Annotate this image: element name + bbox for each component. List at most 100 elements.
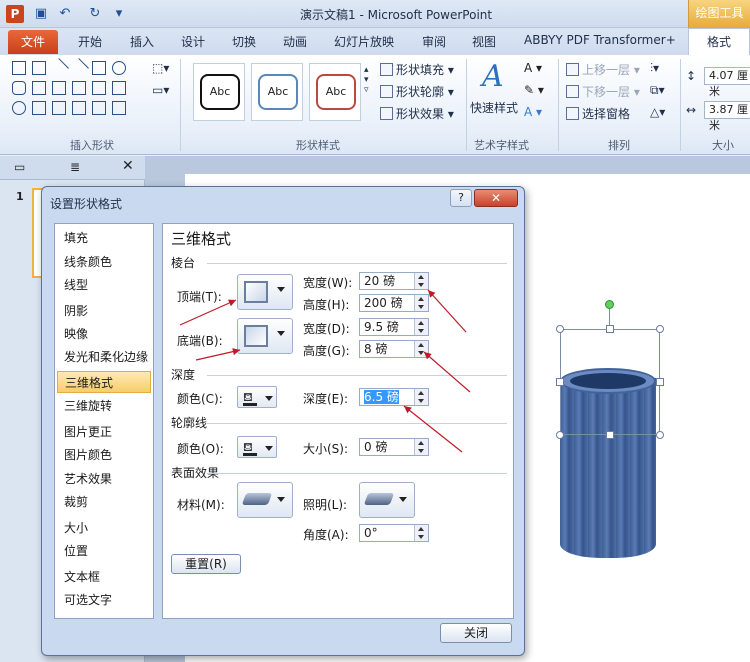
close-button[interactable]: 关闭 bbox=[440, 623, 512, 643]
nav-alt-text[interactable]: 可选文字 bbox=[57, 589, 151, 611]
selection-pane-button[interactable]: 选择窗格 bbox=[566, 105, 630, 122]
quick-styles-button[interactable]: 快速样式 bbox=[470, 99, 518, 116]
shape-style-1[interactable]: Abc bbox=[193, 63, 245, 121]
drawing-tools-tab[interactable]: 绘图工具 bbox=[688, 0, 750, 28]
spinner-icon[interactable] bbox=[414, 295, 428, 311]
tab-design[interactable]: 设计 bbox=[181, 33, 205, 50]
curve-shape-icon[interactable] bbox=[32, 101, 46, 115]
bottom-height-input[interactable]: 8 磅 bbox=[359, 340, 429, 358]
angle-input[interactable]: 0° bbox=[359, 524, 429, 542]
line-shape-icon[interactable] bbox=[49, 58, 69, 78]
send-backward-button[interactable]: 下移一层 ▾ bbox=[566, 83, 640, 100]
arc-shape-icon[interactable] bbox=[52, 101, 66, 115]
lighting-button[interactable] bbox=[359, 482, 415, 518]
nav-position[interactable]: 位置 bbox=[57, 540, 151, 562]
elbow-arrow-shape-icon[interactable] bbox=[72, 81, 86, 95]
freeform-shape-icon[interactable] bbox=[72, 101, 86, 115]
group-icon[interactable]: ⧉▾ bbox=[650, 83, 665, 98]
spinner-icon[interactable] bbox=[414, 525, 428, 541]
nav-reflection[interactable]: 映像 bbox=[57, 323, 151, 345]
top-bevel-button[interactable] bbox=[237, 274, 293, 310]
shape-outline-button[interactable]: 形状轮廓 ▾ bbox=[380, 83, 454, 100]
rounded-rect-shape-icon[interactable] bbox=[12, 81, 26, 95]
nav-3d-format[interactable]: 三维格式 bbox=[57, 371, 151, 393]
outline-tab-icon[interactable]: ≣ bbox=[70, 160, 80, 174]
shape-gallery[interactable] bbox=[12, 58, 142, 121]
oval-shape-icon[interactable] bbox=[112, 61, 126, 75]
right-brace-shape-icon[interactable] bbox=[112, 101, 126, 115]
bottom-width-input[interactable]: 9.5 磅 bbox=[359, 318, 429, 336]
spinner-icon[interactable] bbox=[414, 273, 428, 289]
customize-toolbar-icon[interactable]: ▾ bbox=[110, 5, 128, 23]
depth-input[interactable]: 6.5 磅 bbox=[359, 388, 429, 406]
tab-home[interactable]: 开始 bbox=[78, 33, 102, 50]
shape-style-2[interactable]: Abc bbox=[251, 63, 303, 121]
top-width-input[interactable]: 20 磅 bbox=[359, 272, 429, 290]
nav-fill[interactable]: 填充 bbox=[57, 227, 151, 249]
vertical-textbox-shape-icon[interactable] bbox=[32, 61, 46, 75]
tab-file[interactable]: 文件 bbox=[8, 30, 58, 54]
text-outline-icon[interactable]: ✎ ▾ bbox=[524, 83, 544, 97]
shape-height-input[interactable]: 4.07 厘米 bbox=[704, 67, 750, 98]
nav-size[interactable]: 大小 bbox=[57, 517, 151, 539]
material-button[interactable] bbox=[237, 482, 293, 518]
draw-textbox-icon[interactable]: ▭▾ bbox=[152, 83, 169, 97]
bottom-bevel-button[interactable] bbox=[237, 318, 293, 354]
rotate-icon[interactable]: △▾ bbox=[650, 105, 665, 119]
tab-review[interactable]: 审阅 bbox=[422, 33, 446, 50]
nav-shadow[interactable]: 阴影 bbox=[57, 300, 151, 322]
spinner-icon[interactable] bbox=[414, 319, 428, 335]
tab-format[interactable]: 格式 bbox=[688, 28, 750, 56]
shape-width-input[interactable]: 3.87 厘米 bbox=[704, 101, 750, 132]
left-brace-shape-icon[interactable] bbox=[92, 101, 106, 115]
tab-slideshow[interactable]: 幻灯片放映 bbox=[334, 33, 394, 50]
top-height-input[interactable]: 200 磅 bbox=[359, 294, 429, 312]
nav-artistic-effects[interactable]: 艺术效果 bbox=[57, 468, 151, 490]
resize-handle-r[interactable] bbox=[656, 378, 664, 386]
nav-line-style[interactable]: 线型 bbox=[57, 274, 151, 296]
tab-insert[interactable]: 插入 bbox=[130, 33, 154, 50]
slides-tab-icon[interactable]: ▭ bbox=[14, 160, 25, 174]
resize-handle-t[interactable] bbox=[606, 325, 614, 333]
quick-styles-icon[interactable]: A bbox=[482, 59, 504, 94]
nav-glow-soft-edges[interactable]: 发光和柔化边缘 bbox=[57, 346, 151, 368]
bring-forward-button[interactable]: 上移一层 ▾ bbox=[566, 61, 640, 78]
text-effects-icon[interactable]: A ▾ bbox=[524, 105, 542, 119]
shape-style-3[interactable]: Abc bbox=[309, 63, 361, 121]
contour-size-input[interactable]: 0 磅 bbox=[359, 438, 429, 456]
dialog-help-button[interactable]: ? bbox=[450, 189, 472, 207]
nav-line-color[interactable]: 线条颜色 bbox=[57, 251, 151, 273]
spinner-icon[interactable] bbox=[414, 389, 428, 405]
tab-transitions[interactable]: 切换 bbox=[232, 33, 256, 50]
triangle-shape-icon[interactable] bbox=[32, 81, 46, 95]
align-icon[interactable]: ⫶▾ bbox=[650, 61, 659, 76]
nav-3d-rotation[interactable]: 三维旋转 bbox=[57, 395, 151, 417]
dialog-close-icon[interactable]: ✕ bbox=[474, 189, 518, 207]
nav-crop[interactable]: 裁剪 bbox=[57, 491, 151, 513]
resize-handle-tr[interactable] bbox=[656, 325, 664, 333]
resize-handle-l[interactable] bbox=[556, 378, 564, 386]
gallery-scroll-icon[interactable]: ▴ ▾ ▿ bbox=[364, 65, 369, 95]
close-pane-icon[interactable]: ✕ bbox=[122, 158, 134, 174]
resize-handle-br[interactable] bbox=[656, 431, 664, 439]
tab-abbyy[interactable]: ABBYY PDF Transformer+ bbox=[524, 33, 676, 47]
tab-view[interactable]: 视图 bbox=[472, 33, 496, 50]
shape-fill-button[interactable]: 形状填充 ▾ bbox=[380, 61, 454, 78]
rotation-handle[interactable] bbox=[605, 300, 614, 309]
elbow-connector-shape-icon[interactable] bbox=[52, 81, 66, 95]
shape-effects-button[interactable]: 形状效果 ▾ bbox=[380, 105, 454, 122]
resize-handle-tl[interactable] bbox=[556, 325, 564, 333]
down-arrow-shape-icon[interactable] bbox=[112, 81, 126, 95]
undo-icon[interactable]: ↶ bbox=[56, 5, 74, 23]
spinner-icon[interactable] bbox=[414, 341, 428, 357]
save-icon[interactable]: ▣ bbox=[32, 5, 50, 23]
right-arrow-shape-icon[interactable] bbox=[92, 81, 106, 95]
text-fill-icon[interactable]: A ▾ bbox=[524, 61, 542, 75]
star-shape-icon[interactable] bbox=[12, 101, 26, 115]
textbox-shape-icon[interactable] bbox=[12, 61, 26, 75]
resize-handle-b[interactable] bbox=[606, 431, 614, 439]
rectangle-shape-icon[interactable] bbox=[92, 61, 106, 75]
contour-color-button[interactable]: ⛾ bbox=[237, 436, 277, 458]
resize-handle-bl[interactable] bbox=[556, 431, 564, 439]
redo-icon[interactable]: ↻ bbox=[86, 5, 104, 23]
